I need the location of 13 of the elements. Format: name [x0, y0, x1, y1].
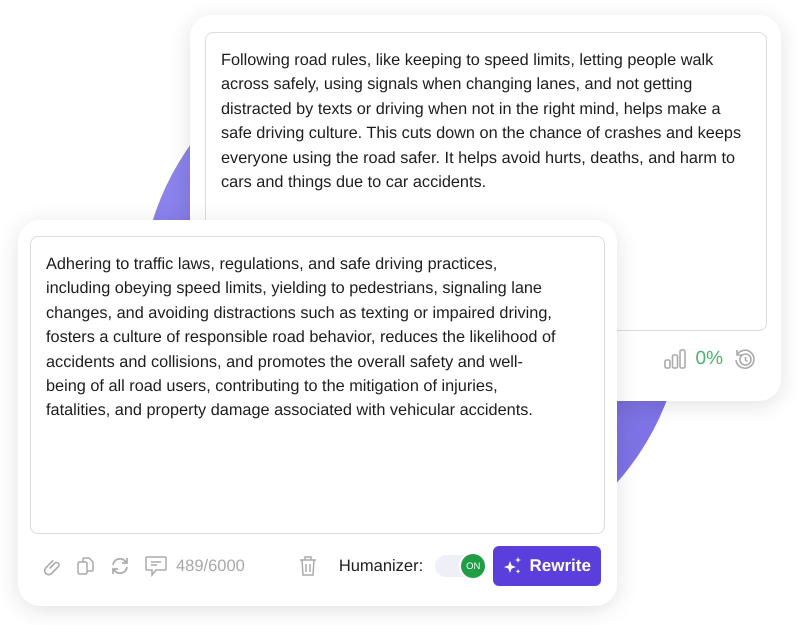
comment-icon[interactable] — [144, 555, 168, 577]
score-text: 0% — [696, 348, 723, 370]
bar-chart-icon[interactable] — [664, 349, 686, 369]
history-icon[interactable] — [733, 347, 757, 371]
refresh-icon[interactable] — [110, 556, 130, 576]
rewrite-button[interactable]: Rewrite — [493, 546, 602, 586]
character-count: 489/6000 — [176, 556, 245, 576]
trash-icon[interactable] — [298, 555, 317, 577]
sparkle-icon — [503, 556, 524, 576]
input-text-field[interactable]: Adhering to traffic laws, regulations, and safe driving practices, including obeying speed limits, yielding to pedestrians, signaling lane changes, and avoiding distractions such as texting or impaired driving, fosters a culture of responsible road behavior, reduces the likelihood of accidents and collisions, and promotes the overall safety and well-being of all road users, contributing to the mitigation of injuries, fatalities, and property damage associated with vehicular accidents. — [30, 236, 605, 534]
humanizer-toggle[interactable]: ON — [435, 555, 484, 577]
humanizer-label: Humanizer: — [338, 556, 424, 576]
copy-icon[interactable] — [76, 556, 96, 576]
